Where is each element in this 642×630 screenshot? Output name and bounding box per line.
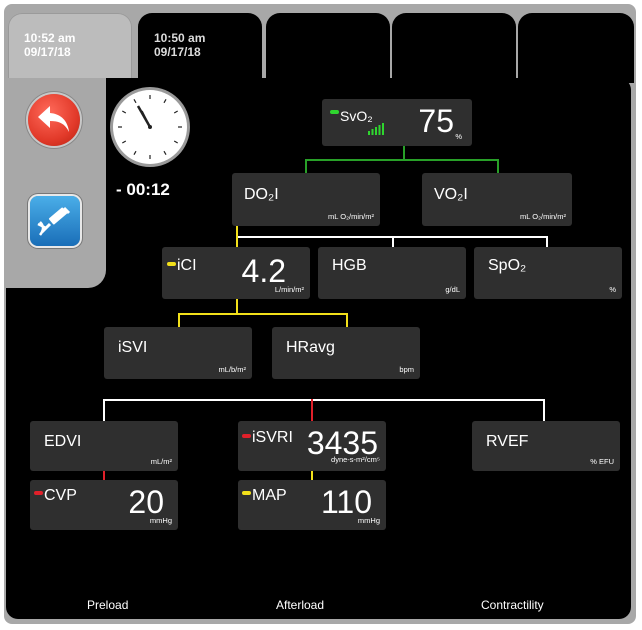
connector-line <box>236 299 238 314</box>
clock-icon <box>113 90 187 164</box>
param-label: RVEF <box>486 433 529 450</box>
tab-date: 09/17/18 <box>154 45 201 59</box>
tile-hravg[interactable]: HRavg bpm <box>272 327 420 379</box>
connector-line <box>178 313 348 315</box>
connector-line <box>311 471 313 480</box>
countdown-timer: - 00:12 <box>116 180 170 199</box>
connector-line <box>103 471 105 480</box>
param-unit: dyne-s-m²/cm⁵ <box>331 455 380 464</box>
param-unit: % <box>609 285 616 294</box>
param-label: iSVRI <box>252 429 293 446</box>
signal-quality-icon <box>368 123 384 135</box>
tile-rvef[interactable]: RVEF % EFU <box>472 421 620 471</box>
connector-line <box>497 159 499 173</box>
status-indicator <box>242 491 251 495</box>
param-unit: L/min/m² <box>274 285 304 294</box>
param-label: DO₂I <box>244 186 279 203</box>
param-label: SpO₂ <box>488 257 527 274</box>
connector-line <box>346 313 348 327</box>
tile-vo2i[interactable]: VO₂I mL O₂/min/m² <box>422 173 572 226</box>
footer-preload: Preload <box>87 598 129 612</box>
footer-contractility: Contractility <box>481 598 544 612</box>
back-arrow-icon <box>38 106 69 132</box>
connector-line <box>178 313 180 327</box>
status-indicator <box>167 262 176 266</box>
tab-snapshot-2[interactable]: 10:50 am 09/17/18 <box>138 13 262 83</box>
tile-cvp[interactable]: CVP 20 mmHg <box>30 480 178 530</box>
back-button[interactable] <box>28 94 80 146</box>
param-unit: mmHg <box>149 516 172 525</box>
connector-line <box>103 399 105 421</box>
param-unit: % EFU <box>590 457 614 466</box>
connector-line <box>546 236 548 247</box>
syringe-icon <box>37 206 71 236</box>
tile-map[interactable]: MAP 110 mmHg <box>238 480 386 530</box>
connector-line <box>236 226 238 238</box>
param-label: MAP <box>252 487 287 504</box>
status-indicator <box>242 434 251 438</box>
tile-ici[interactable]: iCI 4.2 L/min/m² <box>162 247 310 299</box>
connector-line <box>403 146 405 159</box>
tab-time: 10:52 am <box>24 31 76 45</box>
param-unit: mL/b/m² <box>218 365 246 374</box>
tab-date: 09/17/18 <box>24 45 71 59</box>
param-label: SvO₂ <box>340 108 373 124</box>
connector-line <box>311 399 313 421</box>
param-label: HRavg <box>286 339 335 356</box>
param-value: 75 <box>418 103 454 139</box>
tile-isvi[interactable]: iSVI mL/b/m² <box>104 327 252 379</box>
param-label: VO₂I <box>434 186 468 203</box>
param-unit: mmHg <box>357 516 380 525</box>
tab-empty-4[interactable] <box>392 13 516 83</box>
param-label: iSVI <box>118 339 148 356</box>
tab-empty-3[interactable] <box>266 13 390 83</box>
param-label: EDVI <box>44 433 82 450</box>
param-unit: mL/m² <box>150 457 172 466</box>
tile-spo2[interactable]: SpO₂ % <box>474 247 622 299</box>
tile-svo2[interactable]: SvO₂ 75 % <box>322 99 472 146</box>
tab-empty-5[interactable] <box>518 13 634 83</box>
tab-snapshot-1[interactable]: 10:52 am 09/17/18 <box>8 13 132 83</box>
connector-line <box>392 236 394 247</box>
intervention-button[interactable] <box>30 196 80 246</box>
connector-line <box>543 399 545 421</box>
connector-line <box>305 159 307 173</box>
status-indicator <box>330 110 339 114</box>
connector-line <box>103 399 545 401</box>
param-unit: mL O₂/min/m² <box>520 212 566 221</box>
tile-edvi[interactable]: EDVI mL/m² <box>30 421 178 471</box>
tile-hgb[interactable]: HGB g/dL <box>318 247 466 299</box>
status-indicator <box>34 491 43 495</box>
param-label: iCI <box>177 257 197 274</box>
param-label: CVP <box>44 487 77 504</box>
tile-isvri[interactable]: iSVRI 3435 dyne-s-m²/cm⁵ <box>238 421 386 471</box>
tile-do2i[interactable]: DO₂I mL O₂/min/m² <box>232 173 380 226</box>
connector-line <box>305 159 499 161</box>
param-label: HGB <box>332 257 367 274</box>
param-unit: mL O₂/min/m² <box>328 212 374 221</box>
tab-time: 10:50 am <box>154 31 206 45</box>
param-unit: % <box>455 132 462 141</box>
footer-afterload: Afterload <box>276 598 325 612</box>
param-unit: g/dL <box>445 285 460 294</box>
param-unit: bpm <box>399 365 414 374</box>
